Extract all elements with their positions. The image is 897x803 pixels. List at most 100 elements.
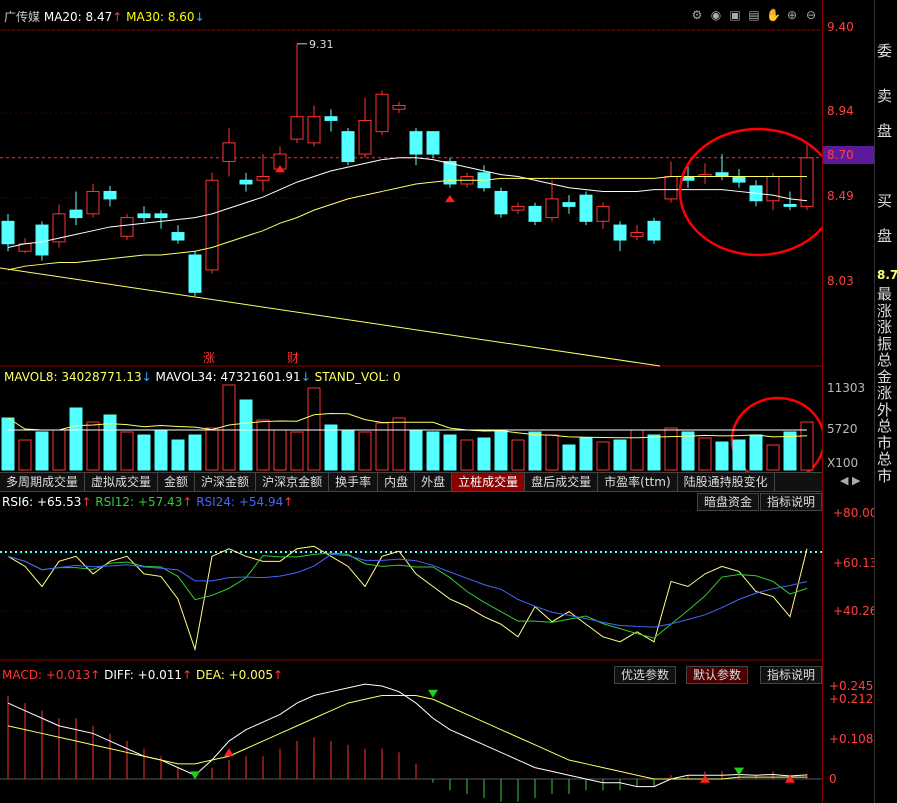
rsi12-line xyxy=(7,552,808,639)
volume-bar xyxy=(800,421,814,471)
mavol8-label: MAVOL8: 34028771.13 xyxy=(4,370,142,384)
tab-item[interactable]: 虚拟成交量 xyxy=(85,473,159,491)
high-marker-label: 9.31 xyxy=(309,38,334,51)
volume-bar xyxy=(392,417,406,471)
price-axis-panel: 9.40 8.94 8.70 8.49 8.03 11303 5720 X100… xyxy=(822,0,878,803)
volume-bar xyxy=(205,427,219,471)
volume-bar xyxy=(528,431,542,471)
volume-bar xyxy=(562,444,576,471)
diff-label: DIFF: +0.011 xyxy=(104,668,183,682)
candle-body xyxy=(715,172,729,177)
rsi-help-button[interactable]: 指标说明 xyxy=(760,493,823,511)
rsi-tick: +40.26 xyxy=(833,604,878,618)
volume-bar xyxy=(154,429,168,471)
rsi6-arrow: ↑ xyxy=(81,495,92,509)
tab-item[interactable]: 陆股通持股变化 xyxy=(678,473,775,491)
macd-tick: +0.245 xyxy=(829,679,874,693)
volume-bar xyxy=(426,431,440,471)
volume-bar xyxy=(477,437,491,471)
candle-body xyxy=(154,213,168,219)
volume-bar xyxy=(69,407,83,471)
volume-bar xyxy=(749,434,763,471)
candle-body xyxy=(681,175,695,181)
latest-price: 8.7 xyxy=(877,268,897,282)
macd-tick: 0 xyxy=(829,772,837,786)
rsi12-arrow: ↑ xyxy=(182,495,193,509)
macd-tick: +0.212 xyxy=(829,692,874,706)
candle-body xyxy=(800,157,814,207)
dark-pool-button[interactable]: 暗盘资金 xyxy=(697,493,760,511)
entrust-label: 委 xyxy=(877,42,893,60)
tab-item[interactable]: 换手率 xyxy=(329,473,379,491)
tab-item[interactable]: 内盘 xyxy=(378,473,416,491)
candle-body xyxy=(35,224,49,256)
volume-legend: MAVOL8: 34028771.13↓ MAVOL34: 47321601.9… xyxy=(4,370,401,384)
candle-body xyxy=(290,116,304,140)
candle-body xyxy=(545,198,559,219)
volume-bar xyxy=(290,431,304,471)
price-tick: 8.94 xyxy=(827,104,854,118)
optimize-params-button[interactable]: 优选参数 xyxy=(614,666,677,684)
quote-field-label: 外 xyxy=(877,400,893,419)
quote-field-label: 市 xyxy=(877,466,893,485)
candle-body xyxy=(307,116,321,144)
tab-item[interactable]: 立桩成交量 xyxy=(452,473,526,491)
dea-line xyxy=(7,694,807,780)
buy-signal-arrow xyxy=(445,195,455,203)
volume-bar xyxy=(613,439,627,471)
buy-label-1: 买 xyxy=(877,192,893,210)
dea-label: DEA: +0.005 xyxy=(195,668,274,682)
volume-bar xyxy=(171,439,185,471)
tab-item[interactable]: 沪深金额 xyxy=(195,473,257,491)
volume-bar xyxy=(630,429,644,471)
volume-bar xyxy=(409,429,423,471)
volume-bar xyxy=(579,437,593,471)
tab-item[interactable]: 外盘 xyxy=(415,473,453,491)
candle-body xyxy=(494,190,508,215)
price-tick: 8.49 xyxy=(827,189,854,203)
volume-bar xyxy=(35,431,49,471)
tab-item[interactable]: 沪深京金额 xyxy=(256,473,330,491)
candle-body xyxy=(188,254,202,293)
price-tick: 8.03 xyxy=(827,274,854,288)
quote-field-label: 最 xyxy=(877,285,893,303)
candle-body xyxy=(375,93,389,133)
quote-field-label: 总 xyxy=(877,450,893,468)
diff-arrow: ↑ xyxy=(182,668,193,682)
volume-bar xyxy=(545,434,559,471)
candle-body xyxy=(766,175,780,202)
volume-bar xyxy=(511,439,525,471)
candle-body xyxy=(120,217,134,237)
rsi24-label: RSI24: +54.94 xyxy=(196,495,284,509)
volume-bar xyxy=(222,384,236,471)
volume-bar xyxy=(18,439,32,471)
tab-item[interactable]: 多周期成交量 xyxy=(0,473,86,491)
tab-item[interactable]: 盘后成交量 xyxy=(525,473,599,491)
candle-body xyxy=(783,204,797,207)
default-params-button[interactable]: 默认参数 xyxy=(686,666,749,684)
tab-item[interactable]: 市盈率(ttm) xyxy=(598,473,678,491)
volume-bar xyxy=(494,429,508,471)
candle-body xyxy=(579,194,593,222)
candle-body xyxy=(69,209,83,219)
rsi6-label: RSI6: +65.53 xyxy=(2,495,82,509)
macd-legend: MACD: +0.013↑ DIFF: +0.011↑ DEA: +0.005↑ xyxy=(2,668,283,682)
candle-body xyxy=(86,190,100,215)
current-price-tag: 8.70 xyxy=(823,146,875,164)
rsi24-line xyxy=(7,553,808,628)
candle-body xyxy=(341,131,355,163)
mavol34-label: MAVOL34: 47321601.91 xyxy=(155,370,301,384)
volume-bar xyxy=(188,434,202,471)
indicator-tabs: 多周期成交量 虚拟成交量 金额 沪深金额 沪深京金额 换手率 内盘 外盘 立桩成交量 盘后成交量市… xyxy=(0,472,822,492)
candle-body xyxy=(664,175,678,200)
volume-bar xyxy=(443,434,457,471)
candle-body xyxy=(137,213,151,219)
quote-field-label: 金 xyxy=(877,367,893,386)
macd-help-button[interactable]: 指标说明 xyxy=(760,666,823,684)
volume-tick: 11303 xyxy=(827,381,866,395)
tab-item[interactable]: 金额 xyxy=(158,473,196,491)
quote-field-label: 涨 xyxy=(877,384,893,402)
volume-bar xyxy=(307,387,321,471)
candle-body xyxy=(358,119,372,155)
candle-body xyxy=(409,131,423,155)
